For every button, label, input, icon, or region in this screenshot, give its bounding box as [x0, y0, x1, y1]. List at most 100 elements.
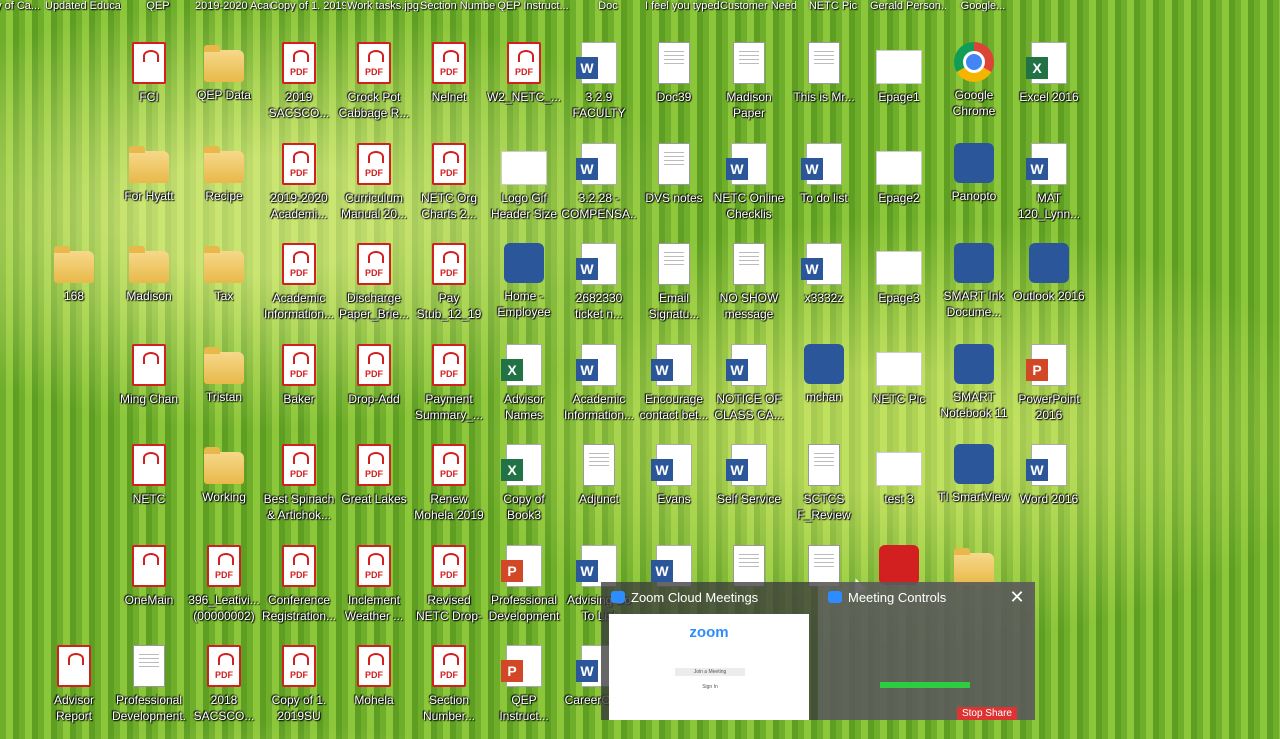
desktop-icon[interactable]: PDF Discharge Paper_Brie...	[336, 241, 412, 337]
meeting-controls-thumbnail[interactable]: Meeting Controls ✕ Stop Share	[818, 582, 1035, 720]
desktop-icon[interactable]: W Self Service	[711, 442, 787, 538]
top-row-label[interactable]: 2019-2020 Academi...	[195, 0, 271, 12]
desktop-icon[interactable]: PDF Drop-Add	[336, 342, 412, 438]
desktop-icon[interactable]: Madison Paper	[711, 40, 787, 136]
close-window-button[interactable]: ✕	[1007, 587, 1027, 607]
desktop-icon[interactable]: Epage2	[861, 141, 937, 237]
desktop-icon[interactable]: P PowerPoint 2016	[1011, 342, 1087, 438]
desktop-icon[interactable]: test 3	[861, 442, 937, 538]
desktop-icon[interactable]: Email Signatu...	[636, 241, 712, 337]
desktop-icon[interactable]: X Advisor Names	[486, 342, 562, 438]
desktop-icon[interactable]: Google Chrome	[936, 40, 1012, 136]
desktop-icon[interactable]: SMART Notebook 11	[936, 342, 1012, 438]
desktop-icon[interactable]: Logo Gif Header Size	[486, 141, 562, 237]
desktop-icon[interactable]: PDF Great Lakes	[336, 442, 412, 538]
desktop-icon[interactable]: Tax	[186, 241, 262, 337]
desktop-icon[interactable]: W Word 2016	[1011, 442, 1087, 538]
top-row-label[interactable]: Section Number...	[420, 0, 496, 12]
desktop-icon[interactable]: NETC Pic	[861, 342, 937, 438]
top-row-label[interactable]: Updated Educati...	[45, 0, 121, 12]
stop-share-button[interactable]: Stop Share	[956, 707, 1017, 720]
desktop-icon[interactable]: PDF Pay Stub_12_19	[411, 241, 487, 337]
top-row-label[interactable]: Gerald Person...	[870, 0, 946, 12]
desktop-icon[interactable]: Epage3	[861, 241, 937, 337]
desktop-icon[interactable]: PDF Academic Information...	[261, 241, 337, 337]
desktop-icon[interactable]: Wx3332z	[786, 241, 862, 337]
desktop-icon[interactable]: PDF Copy of 1. 2019SU Full...	[261, 643, 337, 739]
desktop-icon[interactable]: FCI	[111, 40, 187, 136]
desktop-icon[interactable]: P Professional Development	[486, 543, 562, 639]
desktop-icon[interactable]: Madison	[111, 241, 187, 337]
desktop-icon[interactable]: W 3.2.9 FACULTY TE...	[561, 40, 637, 136]
desktop-icon[interactable]: Tristan	[186, 342, 262, 438]
zoom-window-preview[interactable]: zoom Join a Meeting Sign In	[609, 614, 809, 720]
desktop-icon[interactable]: PDF Section Number...	[411, 643, 487, 739]
desktop-icon[interactable]: PDF W2_NETC_...	[486, 40, 562, 136]
powerpoint-icon: P	[1026, 343, 1067, 386]
desktop-icon[interactable]: Recipe	[186, 141, 262, 237]
desktop-icon[interactable]: Home - Employee	[486, 241, 562, 337]
meeting-controls-preview[interactable]	[826, 614, 1026, 720]
desktop-icon[interactable]: W Academic Information...	[561, 342, 637, 438]
desktop-icon[interactable]: W 2682330 ticket n...	[561, 241, 637, 337]
desktop-icon[interactable]: TI SmartView	[936, 442, 1012, 538]
desktop-icon[interactable]: SMART Ink Docume...	[936, 241, 1012, 337]
desktop-icon[interactable]: PDF 2018 SACSCO...	[186, 643, 262, 739]
desktop-icon[interactable]: W NOTICE OF CLASS CA...	[711, 342, 787, 438]
desktop-icon[interactable]: Advisor Report	[36, 643, 112, 739]
top-row-label[interactable]: Copy of Ca...	[0, 0, 46, 12]
desktop-icon[interactable]: W To do list	[786, 141, 862, 237]
desktop-icon[interactable]: W NETC Online Checklis	[711, 141, 787, 237]
desktop-icon[interactable]: PDF Revised NETC Drop-Add...	[411, 543, 487, 639]
desktop-icon[interactable]: Professional Development...	[111, 643, 187, 739]
top-row-label[interactable]: Customer Needs	[720, 0, 796, 12]
desktop-icon[interactable]: PDF Nelnet	[411, 40, 487, 136]
desktop-icon[interactable]: mchan	[786, 342, 862, 438]
desktop-icon[interactable]: PDF Payment Summary_...	[411, 342, 487, 438]
desktop-icon[interactable]: PDF Best Spinach & Artichok...	[261, 442, 337, 538]
desktop-icon[interactable]: DVS notes	[636, 141, 712, 237]
desktop-icon[interactable]: PDF Inclement Weather ...	[336, 543, 412, 639]
desktop-icon[interactable]: Outlook 2016	[1011, 241, 1087, 337]
desktop-icon[interactable]: X Copy of Book3	[486, 442, 562, 538]
desktop-icon[interactable]: PDF NETC Org Charts 2...	[411, 141, 487, 237]
top-row-label[interactable]: QEP Instruct...	[495, 0, 571, 12]
desktop-icon[interactable]: This is Mr...	[786, 40, 862, 136]
top-row-label[interactable]: I feel you typed insi...	[645, 0, 721, 12]
desktop-icon[interactable]: OneMain	[111, 543, 187, 639]
desktop-icon[interactable]: Panopto	[936, 141, 1012, 237]
top-row-label[interactable]: Google...	[945, 0, 1021, 12]
top-row-label[interactable]: NETC Pic	[795, 0, 871, 12]
desktop-icon[interactable]: Epage1	[861, 40, 937, 136]
desktop-icon[interactable]: Ming Chan	[111, 342, 187, 438]
desktop-icon[interactable]: Working	[186, 442, 262, 538]
desktop-icon[interactable]: SCTCS F_Review	[786, 442, 862, 538]
desktop-icon[interactable]: W 3.2.28 - COMPENSA...	[561, 141, 637, 237]
desktop-icon[interactable]: W MAT 120_Lynn...	[1011, 141, 1087, 237]
desktop-icon[interactable]: X Excel 2016	[1011, 40, 1087, 136]
desktop-icon[interactable]: PDF Curriculum Manual 20...	[336, 141, 412, 237]
top-row-label[interactable]: Copy of 1. 2019SU Full...	[270, 0, 346, 12]
top-row-label[interactable]: QEP	[120, 0, 196, 12]
desktop-icon[interactable]: PDF Mohela	[336, 643, 412, 739]
desktop-icon[interactable]: PDF Conference Registration...	[261, 543, 337, 639]
top-row-label[interactable]: Work tasks.jpg	[345, 0, 421, 12]
desktop-icon[interactable]: PDF 396_Leativi... (00000002)	[186, 543, 262, 639]
desktop-icon[interactable]: W Evans	[636, 442, 712, 538]
desktop-icon[interactable]: NETC	[111, 442, 187, 538]
desktop-icon[interactable]: PDF 2019-2020 Academi...	[261, 141, 337, 237]
desktop-icon[interactable]: 168	[36, 241, 112, 337]
zoom-cloud-meetings-thumbnail[interactable]: Zoom Cloud Meetings zoom Join a Meeting …	[601, 582, 818, 720]
top-row-label[interactable]: Doc	[570, 0, 646, 12]
desktop-icon[interactable]: W Encourage contact bet...	[636, 342, 712, 438]
desktop-icon[interactable]: QEP Data	[186, 40, 262, 136]
desktop-icon[interactable]: Doc39	[636, 40, 712, 136]
desktop-icon[interactable]: NO SHOW message	[711, 241, 787, 337]
desktop-icon[interactable]: Adjunct	[561, 442, 637, 538]
desktop-icon[interactable]: PDF Baker	[261, 342, 337, 438]
desktop-icon[interactable]: P QEP Instruct...	[486, 643, 562, 739]
desktop-icon[interactable]: For Hyatt	[111, 141, 187, 237]
desktop-icon[interactable]: PDF 2019 SACSCO...	[261, 40, 337, 136]
desktop-icon[interactable]: PDF Renew Mohela 2019	[411, 442, 487, 538]
desktop-icon[interactable]: PDF Crock Pot Cabbage R...	[336, 40, 412, 136]
